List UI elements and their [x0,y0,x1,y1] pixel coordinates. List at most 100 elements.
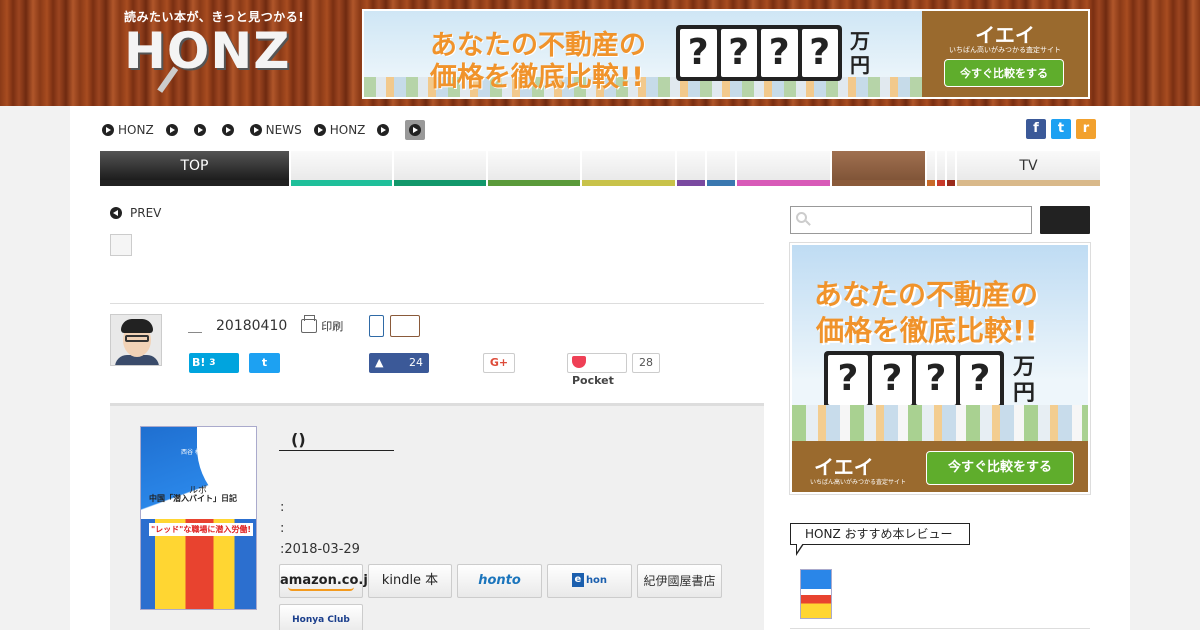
ad-cta-button[interactable]: 今すぐ比較をする [944,59,1064,87]
breadcrumb-label: HONZ [329,123,366,137]
chevron-right-icon [409,124,422,136]
ad-headline-1: あなたの不動産の [814,278,1039,311]
nav-tab[interactable] [927,151,935,186]
breadcrumb-item[interactable] [165,124,182,136]
twitter-icon[interactable]: t [1051,119,1071,139]
honto-button[interactable]: honto [457,564,542,598]
breadcrumb-item[interactable]: HONZ [102,123,154,137]
nav-tab-bar [291,180,392,186]
book-meta-line: :2018-03-29 [280,542,360,557]
nav-tab[interactable] [394,151,486,186]
nav-tab-bar [737,180,830,186]
facebook-icon[interactable]: f [1026,119,1046,139]
google-plus-button[interactable]: G+ [483,353,515,373]
ad-cta-button[interactable]: 今すぐ比較をする [926,451,1074,485]
ad-brand: イエイ [975,23,1035,47]
category-badge[interactable] [110,234,132,256]
search-button[interactable] [1040,206,1090,234]
ad-unit-2: 円 [1012,381,1035,406]
breadcrumb-item[interactable] [193,124,210,136]
nav-tab[interactable] [737,151,830,186]
rss-icon[interactable]: r [1076,119,1096,139]
category-nav: TOP TV [100,151,1100,186]
kinokuniya-button[interactable]: 紀伊國屋書店 [637,564,722,598]
article-meta: ＿ 20180410 印刷 [188,315,344,336]
ad-question-mark: ? [680,29,717,77]
nav-tab-bar [100,180,289,186]
nav-tab-bar [488,180,580,186]
print-button[interactable]: 印刷 [301,315,344,334]
search-input[interactable] [790,206,1032,234]
facebook-like-button[interactable]: ▲ 24 [369,353,429,373]
nav-tab[interactable] [707,151,735,186]
ad-question-mark: ? [872,355,912,405]
site-header: 読みたい本が、きっと見つかる! HONZ あなたの不動産の 価格を徹底比較!! … [0,0,1200,106]
amazon-smile-icon [288,587,354,591]
ehon-button[interactable]: e hon [547,564,632,598]
speech-tail-inner [797,543,803,552]
prev-link[interactable]: PREV [110,206,161,220]
pocket-count: 28 [632,353,660,373]
social-links: f t r [1026,119,1096,139]
author-name[interactable]: ＿ [188,316,202,336]
nav-tab-active[interactable] [832,151,925,186]
avatar-hair [121,319,153,333]
chevron-right-icon [165,124,178,136]
ad-question-mark: ? [916,355,956,405]
cover-band-text: "レッド"な職場に潜入労働! [149,523,253,536]
honya-club-button[interactable]: Honya Club [279,604,363,630]
tag-button[interactable] [369,315,384,337]
print-label: 印刷 [321,320,344,333]
nav-tab-bar [937,180,945,186]
nav-tab-tv[interactable]: TV [957,151,1100,186]
hatena-bookmark-button[interactable]: B! 3 [189,353,239,373]
nav-tab[interactable] [291,151,392,186]
book-meta: : : :2018-03-29 [280,497,360,560]
chevron-right-icon [249,124,262,136]
chevron-right-icon [102,124,114,136]
breadcrumb-label: HONZ [118,123,154,137]
sidebar-ad[interactable]: あなたの不動産の 価格を徹底比較!! ? ? ? ? 万 円 イエイ いちばん高… [790,243,1090,494]
chevron-right-icon [313,124,326,136]
nav-tab[interactable] [677,151,705,186]
recommended-book-thumb[interactable] [800,569,832,619]
breadcrumb-current [405,120,426,140]
book-title[interactable]: () [279,430,394,451]
breadcrumb-item[interactable] [377,124,393,136]
breadcrumb-item[interactable]: NEWS [249,123,302,137]
pocket-button[interactable]: Pocket [567,353,627,387]
ad-question-mark: ? [761,29,798,77]
breadcrumb-item[interactable] [221,124,238,136]
nav-tab[interactable] [488,151,580,186]
cover-title-2: 中国「潜入バイト」日記 [149,493,237,503]
nav-tab-bar [582,180,675,186]
kindle-button[interactable]: kindle 本 [368,564,452,598]
nav-tab[interactable] [947,151,955,186]
divider [110,303,764,304]
ad-unit-1: 万 [1012,355,1035,380]
search-icon [796,212,811,226]
breadcrumb-item[interactable]: HONZ [313,123,366,137]
nav-tab-bar [677,180,705,186]
twitter-share-button[interactable]: t [249,353,280,373]
honz-logo[interactable]: 読みたい本が、きっと見つかる! HONZ [120,8,304,100]
nav-tab[interactable] [937,151,945,186]
amazon-label: amazon.co.jp [280,573,378,588]
pocket-label: Pocket [572,374,614,387]
ad-price-box: ? ? ? ? [676,25,842,81]
top-banner-ad[interactable]: あなたの不動産の 価格を徹底比較!! ? ? ? ? 万 円 イエイ いちばん高… [362,9,1090,99]
ad-unit: 万 円 [846,29,874,77]
nav-tab[interactable] [582,151,675,186]
tag-button[interactable] [390,315,420,337]
nav-tab-top[interactable]: TOP [100,151,289,186]
ad-question-mark: ? [801,29,838,77]
book-meta-line: : [280,521,285,536]
author-avatar[interactable] [110,314,162,366]
like-count: 24 [409,356,423,369]
hatena-label: B! [192,356,206,369]
amazon-button[interactable]: amazon.co.jp [279,564,377,598]
book-cover[interactable]: 西谷 格 ルポ 中国「潜入バイト」日記 "レッド"な職場に潜入労働! [140,426,257,610]
thumbs-up-icon: ▲ [375,356,384,369]
nav-tab-bar [832,180,925,186]
ad-cityscape [792,405,1088,441]
